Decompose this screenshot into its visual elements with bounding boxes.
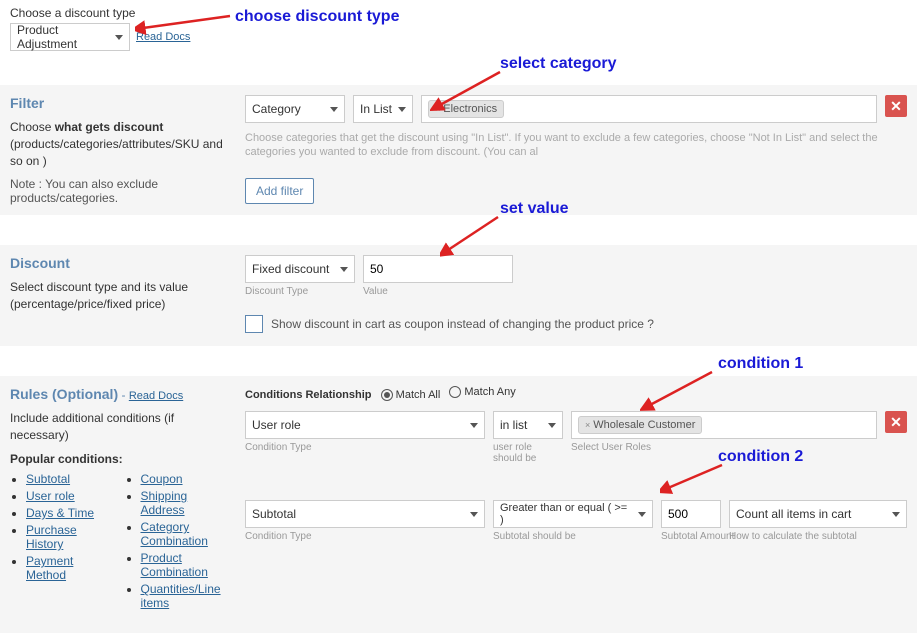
cond-payment-method[interactable]: Payment Method (26, 554, 73, 582)
c1-type-value: User role (252, 418, 301, 432)
c2-type-select[interactable]: Subtotal (245, 500, 485, 528)
cond-user-role[interactable]: User role (26, 489, 75, 503)
coupon-checkbox-wrap[interactable]: Show discount in cart as coupon instead … (245, 315, 654, 333)
c1-op-helper: user role should be (493, 442, 563, 464)
filter-note: Note : You can also exclude products/cat… (10, 177, 230, 205)
c1-remove-button[interactable]: ✕ (885, 411, 907, 433)
rules-read-docs[interactable]: Read Docs (129, 390, 183, 402)
c1-chip-helper: Select User Roles (571, 442, 877, 453)
discount-type-label: Choose a discount type (10, 6, 190, 20)
c2-op-value: Greater than or equal ( >= ) (500, 502, 632, 526)
cond-quantities[interactable]: Quantities/Line items (141, 582, 221, 610)
filter-type-value: Category (252, 102, 301, 116)
filter-type-select[interactable]: Category (245, 95, 345, 123)
conditions-list-b: Coupon Shipping Address Category Combina… (141, 472, 231, 613)
cond-subtotal[interactable]: Subtotal (26, 472, 70, 486)
discount-type-value2: Fixed discount (252, 262, 329, 276)
filter-title: Filter (10, 95, 230, 111)
coupon-checkbox[interactable] (245, 315, 263, 333)
cond-coupon[interactable]: Coupon (141, 472, 183, 486)
c1-chip[interactable]: Wholesale Customer (578, 416, 702, 434)
c1-tagbox[interactable]: Wholesale Customer (571, 411, 877, 439)
c2-calc-value: Count all items in cart (736, 507, 851, 521)
discount-type-value: Product Adjustment (17, 23, 109, 51)
coupon-label: Show discount in cart as coupon instead … (271, 317, 654, 331)
discount-value-helper: Value (363, 286, 513, 297)
c1-type-helper: Condition Type (245, 442, 485, 453)
discount-type-select[interactable]: Product Adjustment (10, 23, 130, 51)
remove-filter-button[interactable]: ✕ (885, 95, 907, 117)
c2-amount-helper: Subtotal Amount (661, 531, 721, 542)
popular-conditions-label: Popular conditions: (10, 452, 230, 466)
cond-shipping[interactable]: Shipping Address (141, 489, 188, 517)
c1-op-select[interactable]: in list (493, 411, 563, 439)
filter-desc: Choose what gets discount (products/cate… (10, 119, 230, 169)
cond-purchase-history[interactable]: Purchase History (26, 523, 77, 551)
c2-calc-select[interactable]: Count all items in cart (729, 500, 907, 528)
c2-amount-input[interactable] (661, 500, 721, 528)
discount-title: Discount (10, 255, 230, 271)
cond-days-time[interactable]: Days & Time (26, 506, 94, 520)
c2-type-helper: Condition Type (245, 531, 485, 542)
match-all-radio[interactable]: Match All (381, 389, 441, 401)
read-docs-link[interactable]: Read Docs (136, 31, 190, 43)
cond-category-comb[interactable]: Category Combination (141, 520, 208, 548)
c2-type-value: Subtotal (252, 507, 296, 521)
discount-type-select2[interactable]: Fixed discount (245, 255, 355, 283)
c2-op-select[interactable]: Greater than or equal ( >= ) (493, 500, 653, 528)
discount-desc: Select discount type and its value (perc… (10, 279, 230, 313)
add-filter-button[interactable]: Add filter (245, 178, 314, 204)
rules-title: Rules (Optional) (10, 386, 118, 402)
c2-op-helper: Subtotal should be (493, 531, 653, 542)
discount-value-input[interactable] (363, 255, 513, 283)
filter-helper: Choose categories that get the discount … (245, 131, 907, 160)
conditions-list-a: Subtotal User role Days & Time Purchase … (26, 472, 95, 613)
cond-product-comb[interactable]: Product Combination (141, 551, 208, 579)
c1-op-value: in list (500, 418, 527, 432)
filter-op-value: In List (360, 102, 392, 116)
filter-op-select[interactable]: In List (353, 95, 413, 123)
cond-rel-label: Conditions Relationship (245, 389, 372, 401)
rules-desc: Include additional conditions (if necess… (10, 410, 230, 444)
c1-type-select[interactable]: User role (245, 411, 485, 439)
filter-chip-electronics[interactable]: Electronics (428, 100, 504, 118)
filter-value-tagbox[interactable]: Electronics (421, 95, 877, 123)
discount-type-helper: Discount Type (245, 286, 355, 297)
match-any-radio[interactable]: Match Any (449, 386, 515, 398)
c2-calc-helper: How to calculate the subtotal (729, 531, 907, 542)
